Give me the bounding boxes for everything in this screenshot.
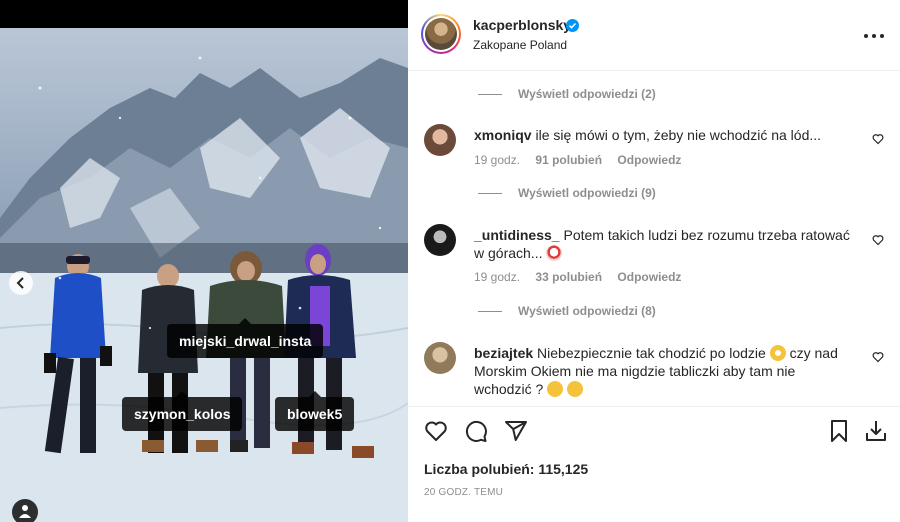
comment-heart-icon[interactable] — [872, 234, 884, 246]
commenter-avatar[interactable] — [424, 124, 456, 156]
photo-tag-blowek5[interactable]: blowek5 — [275, 391, 355, 431]
heart-icon[interactable] — [424, 419, 448, 443]
comment-item: _untidiness_ Potem takich ludzi bez rozu… — [424, 224, 884, 288]
likes-count[interactable]: Liczba polubień: 115,125 — [424, 461, 588, 477]
comment-meta: 19 godz. 91 polubień Odpowiedz — [474, 153, 693, 167]
comment-item: xmoniqv ile się mówi o tym, żeby nie wch… — [424, 124, 884, 174]
view-replies-button[interactable]: Wyświetl odpowiedzi (8) — [478, 304, 656, 318]
verified-badge-icon — [566, 19, 579, 32]
mountain-lake-scene — [0, 56, 408, 522]
comment-username[interactable]: _untidiness_ — [474, 227, 560, 243]
tagged-users-button[interactable] — [12, 499, 38, 522]
comment-text: beziajtek Niebezpiecznie tak chodzić po … — [474, 345, 838, 397]
post-location[interactable]: Zakopane Poland — [473, 38, 567, 52]
comment-meta: 19 godz. 33 polubień Odpowiedz — [474, 270, 693, 284]
share-icon[interactable] — [504, 419, 528, 443]
view-replies-button[interactable]: Wyświetl odpowiedzi (9) — [478, 186, 656, 200]
user-icon — [19, 505, 31, 518]
post-side-panel: kacperblonsky Zakopane Poland Wyświetl o… — [408, 0, 900, 522]
clown-emoji-icon — [546, 245, 563, 261]
comment-heart-icon[interactable] — [872, 133, 884, 145]
post-photo[interactable]: miejski_drwal_insta szymon_kolos blowek5 — [0, 28, 408, 522]
comment-text: _untidiness_ Potem takich ludzi bez rozu… — [474, 227, 850, 261]
bookmark-icon[interactable] — [827, 419, 851, 443]
view-replies-button[interactable]: Wyświetl odpowiedzi (2) — [478, 87, 656, 101]
comment-heart-icon[interactable] — [872, 351, 884, 363]
reply-button[interactable]: Odpowiedz — [617, 270, 681, 284]
post-timestamp: 20 GODZ. TEMU — [424, 487, 504, 498]
comment-item: beziajtek Niebezpiecznie tak chodzić po … — [424, 342, 884, 406]
author-avatar[interactable] — [421, 14, 461, 54]
comments-list: Wyświetl odpowiedzi (2) xmoniqv ile się … — [408, 72, 900, 406]
comment-icon[interactable] — [464, 419, 488, 443]
thinking-emoji-icon — [567, 381, 584, 397]
more-options-icon[interactable] — [864, 26, 884, 46]
comment-text: xmoniqv ile się mówi o tym, żeby nie wch… — [474, 127, 822, 143]
photo-tag-miejski-drwal-insta[interactable]: miejski_drwal_insta — [167, 318, 324, 358]
comment-time[interactable]: 19 godz. — [474, 270, 520, 284]
download-icon[interactable] — [864, 419, 888, 443]
chevron-left-icon — [16, 277, 24, 289]
photo-tag-szymon-kolos[interactable]: szymon_kolos — [122, 391, 243, 431]
comment-likes[interactable]: 33 polubień — [535, 270, 602, 284]
reply-button[interactable]: Odpowiedz — [617, 153, 681, 167]
view-replies-label: Wyświetl odpowiedzi (8) — [518, 304, 656, 318]
comment-likes[interactable]: 91 polubień — [535, 153, 602, 167]
thinking-emoji-icon — [547, 381, 564, 397]
commenter-avatar[interactable] — [424, 224, 456, 256]
comment-username[interactable]: xmoniqv — [474, 127, 532, 143]
view-replies-label: Wyświetl odpowiedzi (2) — [518, 87, 656, 101]
view-replies-label: Wyświetl odpowiedzi (9) — [518, 186, 656, 200]
commenter-avatar[interactable] — [424, 342, 456, 374]
grimacing-emoji-icon — [769, 345, 786, 361]
photo-pane: miejski_drwal_insta szymon_kolos blowek5 — [0, 0, 408, 522]
comment-time[interactable]: 19 godz. — [474, 153, 520, 167]
post-header: kacperblonsky Zakopane Poland — [408, 0, 900, 71]
comment-username[interactable]: beziajtek — [474, 345, 533, 361]
previous-photo-button[interactable] — [9, 271, 33, 295]
post-actions: Liczba polubień: 115,125 20 GODZ. TEMU — [408, 406, 900, 522]
author-username[interactable]: kacperblonsky — [473, 17, 571, 33]
